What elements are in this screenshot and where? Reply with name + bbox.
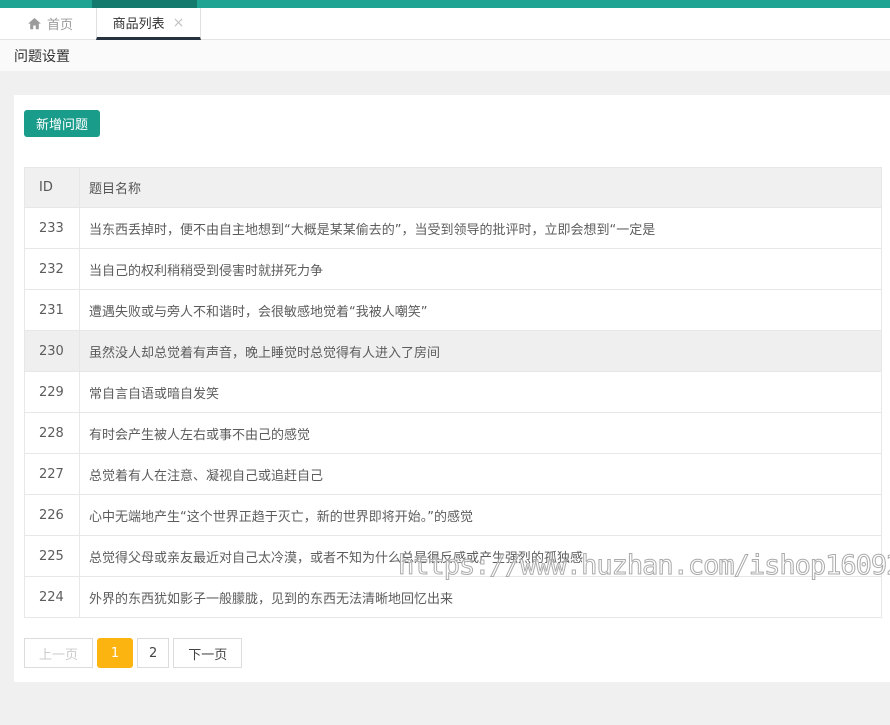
column-header-title: 题目名称	[79, 167, 882, 208]
table-row[interactable]: 230 虽然没人却总觉着有声音，晚上睡觉时总觉得有人进入了房间	[24, 330, 882, 372]
tab-product-list[interactable]: 商品列表 ×	[96, 8, 202, 40]
row-title-cell: 当自己的权利稍稍受到侵害时就拼死力争	[79, 248, 882, 290]
row-title-cell: 有时会产生被人左右或事不由己的感觉	[79, 412, 882, 454]
add-question-button[interactable]: 新增问题	[24, 110, 101, 137]
table-row[interactable]: 231 遭遇失败或与旁人不和谐时，会很敏感地觉着“我被人嘲笑”	[24, 289, 882, 331]
page-header: 问题设置	[0, 40, 890, 71]
table-row[interactable]: 224 外界的东西犹如影子一般朦胧，见到的东西无法清晰地回忆出来	[24, 576, 882, 618]
page-button-2[interactable]: 2	[137, 638, 170, 668]
tab-product-list-label: 商品列表	[112, 17, 165, 32]
content-card: 新增问题 ID 题目名称 233 当东西丢掉时，便不由自主地想到“大概是某某偷去的…	[14, 95, 890, 682]
row-title-cell: 当东西丢掉时，便不由自主地想到“大概是某某偷去的”，当受到领导的批评时，立即会想…	[79, 207, 882, 249]
row-title-cell: 心中无端地产生“这个世界正趋于灭亡，新的世界即将开始。”的感觉	[79, 494, 882, 536]
row-title-cell: 常自言自语或暗自发笑	[79, 371, 882, 413]
row-id-cell: 227	[24, 453, 80, 495]
close-icon[interactable]: ×	[173, 16, 185, 30]
table-row[interactable]: 226 心中无端地产生“这个世界正趋于灭亡，新的世界即将开始。”的感觉	[24, 494, 882, 536]
page-button-1[interactable]: 1	[97, 638, 134, 668]
pagination: 上一页 1 2 下一页	[24, 638, 890, 668]
row-title-cell: 遭遇失败或与旁人不和谐时，会很敏感地觉着“我被人嘲笑”	[79, 289, 882, 331]
row-id-cell: 226	[24, 494, 80, 536]
row-id-cell: 233	[24, 207, 80, 249]
home-icon	[28, 17, 41, 30]
row-id-cell: 224	[24, 576, 80, 618]
prev-page-button[interactable]: 上一页	[24, 638, 94, 668]
row-title-cell: 虽然没人却总觉着有声音，晚上睡觉时总觉得有人进入了房间	[79, 330, 882, 372]
table-row[interactable]: 228 有时会产生被人左右或事不由己的感觉	[24, 412, 882, 454]
tab-home[interactable]: 首页	[28, 8, 73, 39]
page-title: 问题设置	[14, 48, 70, 65]
app-screen: 首页 商品列表 × 问题设置 新增问题 ID 题目名称 233 当东西丢掉时，便不…	[0, 0, 890, 725]
table-row[interactable]: 229 常自言自语或暗自发笑	[24, 371, 882, 413]
table-row[interactable]: 227 总觉着有人在注意、凝视自己或追赶自己	[24, 453, 882, 495]
row-title-cell: 总觉着有人在注意、凝视自己或追赶自己	[79, 453, 882, 495]
top-teal-bar	[0, 0, 890, 8]
row-id-cell: 229	[24, 371, 80, 413]
next-page-button[interactable]: 下一页	[173, 638, 243, 668]
tab-home-label: 首页	[47, 18, 74, 33]
table-row[interactable]: 233 当东西丢掉时，便不由自主地想到“大概是某某偷去的”，当受到领导的批评时，立…	[24, 207, 882, 249]
row-id-cell: 228	[24, 412, 80, 454]
row-title-cell: 总觉得父母或亲友最近对自己太冷漠，或者不知为什么总是很反感或产生强烈的孤独感	[79, 535, 882, 577]
row-title-cell: 外界的东西犹如影子一般朦胧，见到的东西无法清晰地回忆出来	[79, 576, 882, 618]
tab-bar: 首页 商品列表 ×	[0, 8, 890, 40]
row-id-cell: 231	[24, 289, 80, 331]
row-id-cell: 232	[24, 248, 80, 290]
header-content-gap	[0, 71, 890, 95]
table-row[interactable]: 232 当自己的权利稍稍受到侵害时就拼死力争	[24, 248, 882, 290]
column-header-id: ID	[24, 167, 80, 208]
questions-table: ID 题目名称 233 当东西丢掉时，便不由自主地想到“大概是某某偷去的”，当受到…	[24, 167, 882, 618]
active-tab-top-indicator	[92, 0, 197, 8]
row-id-cell: 225	[24, 535, 80, 577]
row-id-cell: 230	[24, 330, 80, 372]
table-row[interactable]: 225 总觉得父母或亲友最近对自己太冷漠，或者不知为什么总是很反感或产生强烈的孤独…	[24, 535, 882, 577]
table-header-row: ID 题目名称	[24, 167, 882, 208]
